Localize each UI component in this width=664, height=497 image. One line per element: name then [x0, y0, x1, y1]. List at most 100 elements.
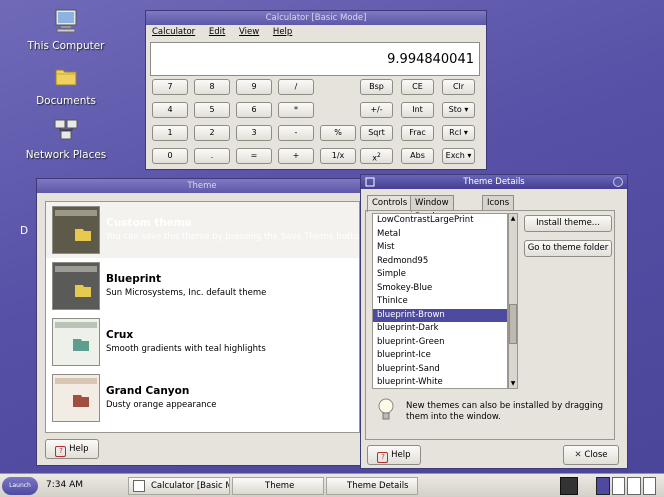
list-item[interactable]: blueprint-White: [373, 376, 507, 388]
window-menu-icon[interactable]: [365, 177, 375, 187]
theme-window: Theme Custom theme You can save this the…: [36, 178, 368, 466]
list-item[interactable]: Metal: [373, 228, 507, 242]
clock[interactable]: 7:34 AM: [46, 480, 83, 490]
theme-row-crux[interactable]: Crux Smooth gradients with teal highligh…: [46, 314, 359, 370]
calc-button-multiply[interactable]: *: [278, 102, 314, 118]
calc-button-subtract[interactable]: -: [278, 125, 314, 141]
theme-name: Grand Canyon: [106, 385, 190, 397]
calc-button-frac[interactable]: Frac: [401, 125, 434, 141]
calc-button-backspace[interactable]: Bsp: [360, 79, 393, 95]
task-label: Theme: [265, 481, 295, 491]
menu-view[interactable]: View: [239, 27, 259, 37]
scroll-down-icon[interactable]: ▼: [509, 379, 517, 388]
task-theme[interactable]: Theme: [232, 477, 324, 495]
list-scrollbar[interactable]: ▲ ▼: [508, 213, 518, 389]
calculator-icon: [133, 480, 145, 492]
workspace-switcher[interactable]: [596, 477, 656, 495]
desktop-icon-network-places[interactable]: Network Places: [24, 117, 108, 161]
folder-icon: [55, 69, 77, 86]
calc-button-add[interactable]: +: [278, 148, 314, 164]
calc-button-2[interactable]: 2: [194, 125, 230, 141]
calc-button-6[interactable]: 6: [236, 102, 272, 118]
list-item[interactable]: blueprint-Dark: [373, 322, 507, 336]
theme-description: You can save this theme by pressing the …: [106, 232, 359, 242]
workspace-2[interactable]: [611, 477, 625, 495]
calculator-display: 9.994840041: [150, 42, 480, 76]
calc-button-1[interactable]: 1: [152, 125, 188, 141]
list-item[interactable]: LowContrastLargePrint: [373, 214, 507, 228]
calc-button-percent[interactable]: %: [320, 125, 356, 141]
workspace-3[interactable]: [627, 477, 641, 495]
list-item[interactable]: Redmond95: [373, 255, 507, 269]
calc-button-7[interactable]: 7: [152, 79, 188, 95]
list-item-selected[interactable]: blueprint-Brown: [373, 308, 507, 322]
launch-menu-button[interactable]: Launch: [2, 477, 38, 495]
theme-row-grand-canyon[interactable]: Grand Canyon Dusty orange appearance: [46, 370, 359, 426]
calc-button-clear[interactable]: Clr: [442, 79, 475, 95]
task-calculator[interactable]: Calculator [Basic M: [128, 477, 230, 495]
workspace-4[interactable]: [642, 477, 656, 495]
calc-button-store[interactable]: Sto ▾: [442, 102, 475, 118]
list-item[interactable]: blueprint-Ice: [373, 349, 507, 363]
help-label: Help: [391, 450, 411, 460]
close-window-icon[interactable]: [613, 177, 623, 187]
calc-button-4[interactable]: 4: [152, 102, 188, 118]
calc-button-recall[interactable]: Rcl ▾: [442, 125, 475, 141]
theme-description: Dusty orange appearance: [106, 400, 217, 410]
calc-button-int[interactable]: Int: [401, 102, 434, 118]
theme-thumbnail: [52, 206, 100, 254]
calc-button-divide[interactable]: /: [278, 79, 314, 95]
details-close-button[interactable]: ✕ Close: [563, 445, 619, 465]
tab-window-border[interactable]: Window Border: [410, 195, 454, 222]
list-item[interactable]: blueprint-Sand: [373, 363, 507, 377]
desktop-icon-this-computer[interactable]: This Computer: [24, 8, 108, 52]
calc-button-sign[interactable]: +/-: [360, 102, 393, 118]
theme-help-button[interactable]: ? Help: [45, 439, 99, 459]
scroll-up-icon[interactable]: ▲: [509, 214, 517, 223]
list-item[interactable]: ThinIce: [373, 295, 507, 309]
show-desktop-icon[interactable]: [560, 477, 578, 495]
list-item[interactable]: blueprint-Green: [373, 336, 507, 350]
help-icon: ?: [55, 446, 67, 457]
calc-button-equals[interactable]: =: [236, 148, 272, 164]
list-item[interactable]: Smokey-Blue: [373, 282, 507, 296]
theme-thumbnail: [52, 374, 100, 422]
menu-calculator[interactable]: Calculator: [152, 27, 195, 37]
theme-description: Sun Microsystems, Inc. default theme: [106, 288, 267, 298]
theme-details-titlebar[interactable]: Theme Details: [361, 175, 627, 189]
calc-button-8[interactable]: 8: [194, 79, 230, 95]
theme-titlebar[interactable]: Theme: [37, 179, 367, 193]
calc-button-exchange[interactable]: Exch ▾: [442, 148, 475, 164]
theme-row-custom[interactable]: Custom theme You can save this theme by …: [46, 202, 359, 258]
calc-button-reciprocal[interactable]: 1/x: [320, 148, 356, 164]
theme-list: Custom theme You can save this theme by …: [45, 201, 360, 433]
calc-button-clear-entry[interactable]: CE: [401, 79, 434, 95]
menu-edit[interactable]: Edit: [209, 27, 225, 37]
theme-description: Smooth gradients with teal highlights: [106, 344, 266, 354]
workspace-1[interactable]: [596, 477, 610, 495]
calc-button-0[interactable]: 0: [152, 148, 188, 164]
list-item[interactable]: Mist: [373, 241, 507, 255]
calc-button-5[interactable]: 5: [194, 102, 230, 118]
scrollbar-thumb[interactable]: [509, 304, 517, 344]
install-theme-button[interactable]: Install theme...: [524, 215, 612, 232]
desktop-icon-label: Documents: [36, 95, 96, 107]
desktop-icon-partial-label: D: [20, 225, 29, 237]
calc-button-abs[interactable]: Abs: [401, 148, 434, 164]
details-help-button[interactable]: ? Help: [367, 445, 421, 465]
list-item[interactable]: Simple: [373, 268, 507, 282]
calc-button-square[interactable]: x2: [360, 148, 393, 164]
calc-button-9[interactable]: 9: [236, 79, 272, 95]
theme-row-blueprint[interactable]: Blueprint Sun Microsystems, Inc. default…: [46, 258, 359, 314]
task-theme-details[interactable]: Theme Details: [326, 477, 418, 495]
lightbulb-icon: [378, 398, 394, 420]
go-to-theme-folder-button[interactable]: Go to theme folder: [524, 240, 612, 257]
calc-button-sqrt[interactable]: Sqrt: [360, 125, 393, 141]
calc-button-decimal[interactable]: .: [194, 148, 230, 164]
theme-details-title: Theme Details: [463, 177, 525, 187]
tab-icons[interactable]: Icons: [482, 195, 515, 211]
desktop-icon-documents[interactable]: Documents: [24, 63, 108, 107]
calc-button-3[interactable]: 3: [236, 125, 272, 141]
calculator-titlebar[interactable]: Calculator [Basic Mode]: [146, 11, 486, 25]
menu-help[interactable]: Help: [273, 27, 292, 37]
